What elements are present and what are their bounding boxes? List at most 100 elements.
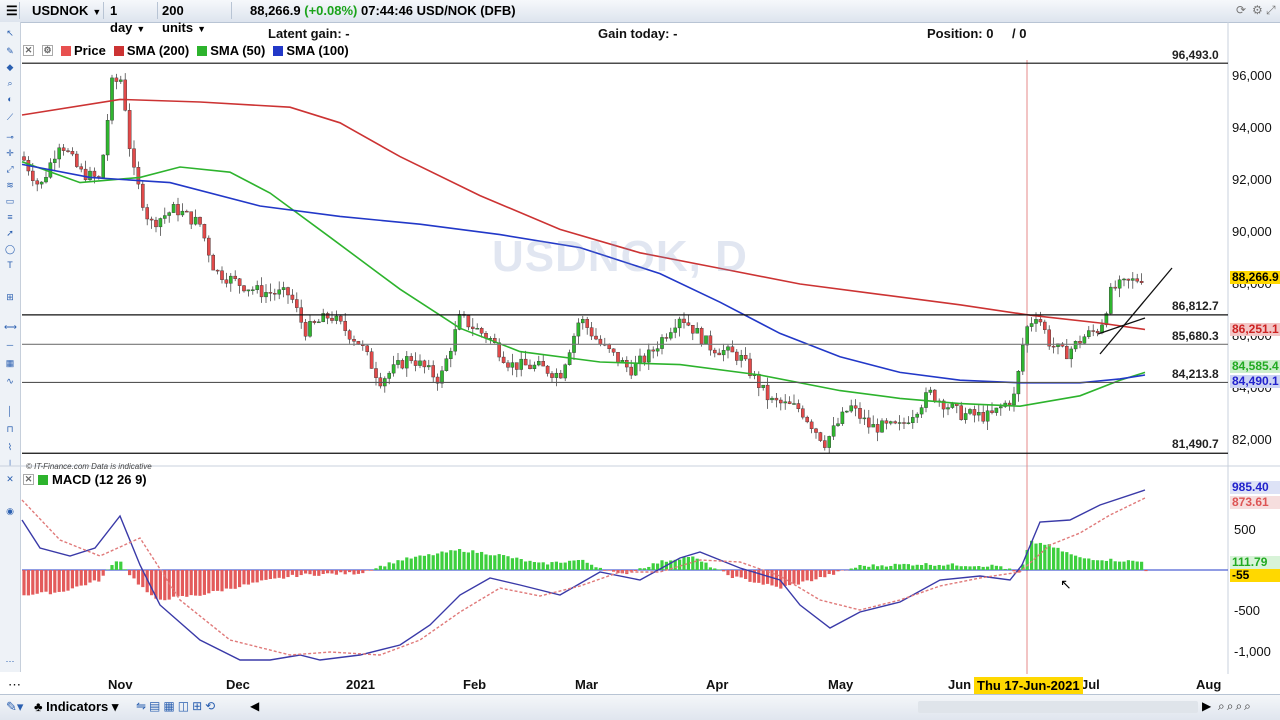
macd-histogram-bar <box>546 564 550 570</box>
macd-histogram-bar <box>224 570 228 589</box>
candle-body <box>1034 319 1038 324</box>
macd-histogram-bar <box>959 566 963 570</box>
macd-histogram-bar <box>268 570 272 580</box>
macd-histogram-bar <box>1144 570 1148 572</box>
candle-body <box>510 362 515 368</box>
macd-label[interactable]: MACD (12 26 9) <box>52 472 147 487</box>
price-chart[interactable] <box>0 0 1280 720</box>
macd-histogram-bar <box>568 560 572 570</box>
candle-body <box>1139 280 1144 283</box>
candle-body <box>83 168 88 181</box>
macd-histogram-bar <box>603 570 607 571</box>
close-icon[interactable]: ✕ <box>23 45 34 56</box>
scroll-right-icon[interactable]: ▶ <box>1202 699 1211 713</box>
price-axis-label: 96,000 <box>1232 68 1272 83</box>
macd-histogram-bar <box>97 570 101 582</box>
macd-histogram-bar <box>475 552 479 570</box>
sma50-swatch <box>197 45 208 56</box>
macd-histogram-bar <box>277 570 281 578</box>
macd-histogram-bar <box>202 570 206 595</box>
candle-body <box>233 275 238 279</box>
macd-histogram-bar <box>559 562 563 570</box>
candle-body <box>237 278 242 286</box>
indicators-button[interactable]: ♣ Indicators ▾ <box>34 699 118 715</box>
macd-histogram-bar <box>1087 558 1091 570</box>
horizontal-scrollbar[interactable] <box>918 701 1198 713</box>
candle-body <box>594 335 598 340</box>
candle-body <box>198 216 202 225</box>
candle-body <box>1091 330 1095 332</box>
macd-histogram-bar <box>312 570 316 576</box>
macd-histogram-bar <box>1118 561 1122 570</box>
hline-label: 86,812.7 <box>1172 299 1219 313</box>
legend-price[interactable]: Price <box>61 43 106 58</box>
settings-small-icon[interactable]: ⚙ <box>42 45 53 56</box>
macd-histogram-bar <box>339 570 343 573</box>
macd-histogram-bar <box>246 570 250 585</box>
macd-histogram-bar <box>242 570 246 585</box>
macd-histogram-bar <box>761 570 765 585</box>
macd-histogram-bar <box>92 570 96 581</box>
candle-body <box>127 110 132 149</box>
macd-histogram-bar <box>1038 542 1042 570</box>
legend-sma100[interactable]: SMA (100) <box>273 43 349 58</box>
candle-body <box>1108 286 1113 314</box>
time-axis-label: Jun <box>948 677 972 692</box>
macd-histogram-bar <box>198 570 202 596</box>
macd-histogram-bar <box>132 570 136 579</box>
scroll-left-icon[interactable]: ◀ <box>250 699 259 713</box>
close-icon[interactable]: ✕ <box>23 474 34 485</box>
macd-histogram-bar <box>629 570 633 572</box>
candle-body <box>977 412 981 416</box>
macd-histogram-bar <box>57 570 61 592</box>
zoom-icons[interactable]: ⌕⌕⌕⌕ <box>1218 699 1253 714</box>
dots-icon[interactable]: ⋯ <box>8 677 21 693</box>
macd-histogram-bar <box>431 555 435 570</box>
candle-body <box>783 401 787 404</box>
macd-histogram-bar <box>1096 560 1100 570</box>
macd-histogram-bar <box>532 562 536 570</box>
mouse-cursor-icon: ↖ <box>1060 576 1072 592</box>
candle-body <box>123 79 127 111</box>
macd-histogram-bar <box>444 552 448 570</box>
candle-body <box>862 417 867 420</box>
chart-tools-icons[interactable]: ⇋▤▦◫⊞⟲ <box>136 699 218 713</box>
candle-body <box>158 218 163 228</box>
candle-body <box>871 424 875 428</box>
macd-histogram-bar <box>290 570 294 575</box>
candle-body <box>501 356 506 363</box>
macd-axis-label: -1,000 <box>1234 644 1271 659</box>
macd-histogram-bar <box>550 562 554 570</box>
macd-histogram-bar <box>744 570 748 579</box>
macd-histogram-bar <box>123 569 127 570</box>
macd-histogram-bar <box>942 565 946 570</box>
macd-histogram-bar <box>836 570 840 572</box>
macd-histogram-bar <box>466 552 470 570</box>
time-axis-label: Dec <box>226 677 250 692</box>
sma200-swatch <box>113 45 124 56</box>
macd-histogram-bar <box>286 570 290 578</box>
candle-body <box>1047 329 1051 347</box>
hline-label: 96,493.0 <box>1172 48 1219 62</box>
candle-body <box>607 344 611 350</box>
time-axis-label: May <box>828 677 854 692</box>
macd-histogram-bar <box>858 565 862 570</box>
candle-body <box>1021 344 1025 372</box>
candle-body <box>981 412 985 422</box>
candle-body <box>154 219 158 228</box>
macd-histogram-bar <box>334 570 338 575</box>
candle-body <box>691 325 695 334</box>
macd-histogram-bar <box>1065 552 1069 570</box>
macd-histogram-bar <box>326 570 330 574</box>
drawing-menu-icon[interactable]: ✎▾ <box>6 699 23 715</box>
macd-histogram-bar <box>348 570 352 573</box>
legend-sma50[interactable]: SMA (50) <box>197 43 265 58</box>
macd-histogram-bar <box>229 570 233 589</box>
macd-histogram-bar <box>792 570 796 584</box>
candle-body <box>22 156 26 161</box>
macd-histogram-bar <box>823 570 827 578</box>
macd-histogram-bar <box>607 570 611 571</box>
candle-body <box>44 177 48 183</box>
legend-sma200[interactable]: SMA (200) <box>113 43 189 58</box>
candle-body <box>765 384 770 401</box>
